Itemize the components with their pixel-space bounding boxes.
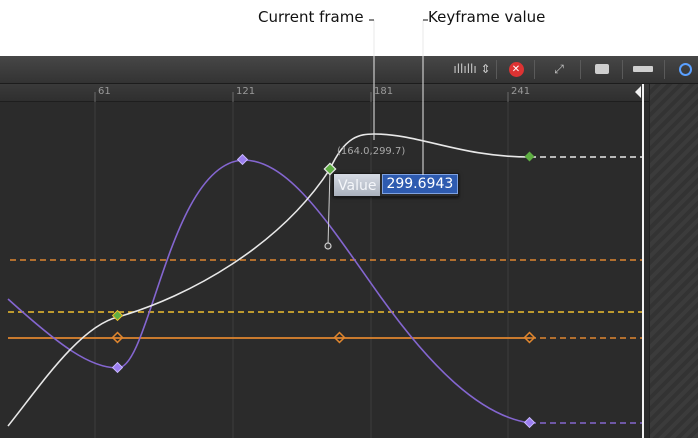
callout-current-frame: Current frame [258,8,364,26]
frame-grid [94,102,509,438]
curve-graph[interactable] [0,56,698,438]
value-label: Value [334,174,381,196]
keyframe-purple [111,361,124,374]
keyframe-editor: ıllıllı ⇕ ✕ ⤢ 61 121 181 241 301 [0,56,698,438]
callout-current-frame-text: Current frame [258,8,364,26]
ruler-ticks [94,92,509,102]
keyframes [111,151,536,429]
coordinate-readout: (164.0,299.7) [337,146,406,157]
callout-keyframe-value-text: Keyframe value [428,8,546,26]
value-input[interactable] [382,174,459,194]
keyframe-purple [523,416,536,429]
bezier-handle-line [327,168,331,247]
keyframe-value-field: Value [333,173,460,197]
bezier-handle [324,242,332,250]
callout-keyframe-value: Keyframe value [428,8,545,26]
purple-curve [7,159,531,424]
keyframe-purple [236,153,249,166]
keyframe-green [524,151,535,162]
playhead-marker [635,86,641,98]
